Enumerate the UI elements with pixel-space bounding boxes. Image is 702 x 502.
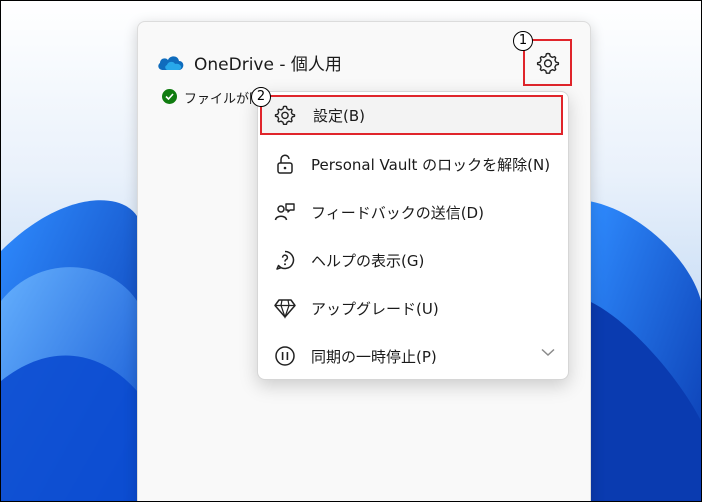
feedback-icon xyxy=(274,203,295,221)
menu-item-label: アップグレード(U) xyxy=(311,300,439,318)
menu-item-label: Personal Vault のロックを解除(N) xyxy=(311,156,551,174)
menu-item-pause-sync[interactable]: 同期の一時停止(P) xyxy=(263,336,563,376)
onedrive-cloud-icon xyxy=(158,56,184,70)
step-badge-2: 2 xyxy=(251,87,271,107)
chevron-down-icon[interactable] xyxy=(541,348,555,357)
menu-item-label: 同期の一時停止(P) xyxy=(311,348,437,366)
gear-icon xyxy=(274,105,296,126)
unlock-icon xyxy=(277,154,293,174)
step-badge-1: 1 xyxy=(513,31,533,51)
menu-item-upgrade[interactable]: アップグレード(U) xyxy=(263,288,563,328)
menu-item-help[interactable]: ヘルプの表示(G) xyxy=(263,240,563,280)
gear-icon xyxy=(536,52,560,74)
help-icon xyxy=(276,250,295,270)
menu-item-send-feedback[interactable]: フィードバックの送信(D) xyxy=(263,192,563,232)
diamond-icon xyxy=(274,299,296,319)
menu-item-label: ヘルプの表示(G) xyxy=(311,252,425,270)
sync-ok-icon xyxy=(162,89,177,104)
settings-context-menu: 設定(B) Personal Vault のロックを解除(N) フィードバックの… xyxy=(257,91,569,380)
menu-item-label: フィードバックの送信(D) xyxy=(311,204,484,222)
menu-item-unlock-vault[interactable]: Personal Vault のロックを解除(N) xyxy=(263,144,563,184)
pause-icon xyxy=(275,346,295,366)
panel-title: OneDrive - 個人用 xyxy=(194,55,342,75)
menu-item-settings[interactable]: 設定(B) xyxy=(260,95,563,135)
menu-item-label: 設定(B) xyxy=(313,107,365,125)
screenshot-frame: OneDrive - 個人用 ファイルが同 1 設定(B) Personal V… xyxy=(0,0,702,502)
